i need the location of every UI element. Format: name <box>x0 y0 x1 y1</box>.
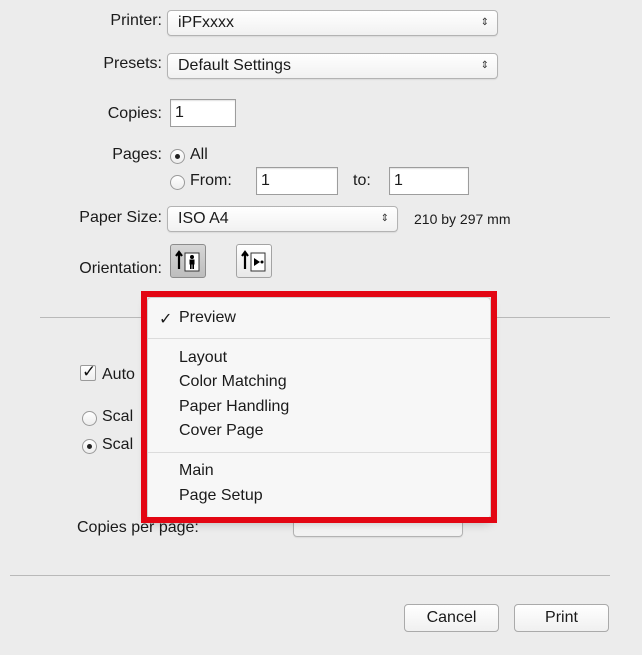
pages-all-label: All <box>190 146 208 163</box>
separator <box>10 575 610 576</box>
scale-label-1: Scal <box>102 408 134 425</box>
menu-item-main[interactable]: Main <box>179 462 214 480</box>
paper-size-label: Paper Size: <box>79 209 162 226</box>
pages-all-radio[interactable] <box>170 149 185 164</box>
copies-field[interactable]: 1 <box>170 99 236 127</box>
popup-arrows-icon: ⇕ <box>480 17 489 28</box>
popup-arrows-icon: ⇕ <box>380 213 389 224</box>
landscape-orientation-icon <box>241 250 266 272</box>
cancel-button[interactable]: Cancel <box>404 604 499 632</box>
menu-item-color-matching[interactable]: Color Matching <box>179 373 287 391</box>
printer-label: Printer: <box>110 12 162 29</box>
paper-dimensions: 210 by 297 mm <box>414 211 511 227</box>
menu-item-page-setup[interactable]: Page Setup <box>179 487 263 505</box>
landscape-orientation-button[interactable] <box>236 244 272 278</box>
presets-label: Presets: <box>103 55 162 72</box>
orientation-label: Orientation: <box>79 260 162 277</box>
printer-value: iPFxxxx <box>178 14 234 31</box>
menu-item-preview[interactable]: Preview <box>179 309 236 327</box>
printer-popup[interactable]: iPFxxxx ⇕ <box>167 10 498 36</box>
portrait-orientation-icon <box>175 250 200 272</box>
menu-separator <box>148 338 490 339</box>
pages-to-label: to: <box>353 172 371 189</box>
menu-item-cover-page[interactable]: Cover Page <box>179 422 264 440</box>
portrait-orientation-button[interactable] <box>170 244 206 278</box>
pages-from-field[interactable]: 1 <box>256 167 338 195</box>
pages-to-field[interactable]: 1 <box>389 167 469 195</box>
presets-popup[interactable]: Default Settings ⇕ <box>167 53 498 79</box>
auto-label: Auto <box>102 366 135 383</box>
menu-item-layout[interactable]: Layout <box>179 349 227 367</box>
auto-checkbox[interactable]: ✓ <box>80 362 97 381</box>
copies-per-page-label: Copies per page: <box>77 519 199 536</box>
paper-size-value: ISO A4 <box>178 210 229 227</box>
copies-label: Copies: <box>107 105 162 122</box>
scale-radio-1[interactable] <box>82 411 97 426</box>
checkmark-icon: ✓ <box>82 362 97 381</box>
checkmark-icon: ✓ <box>159 311 173 328</box>
pages-from-radio[interactable] <box>170 175 185 190</box>
pages-from-label: From: <box>190 172 232 189</box>
pane-menu: ✓ Preview Layout Color Matching Paper Ha… <box>147 297 491 519</box>
menu-item-paper-handling[interactable]: Paper Handling <box>179 398 289 416</box>
scale-radio-2[interactable] <box>82 439 97 454</box>
paper-size-popup[interactable]: ISO A4 ⇕ <box>167 206 398 232</box>
presets-value: Default Settings <box>178 57 291 74</box>
scale-label-2: Scal <box>102 436 134 453</box>
popup-arrows-icon: ⇕ <box>480 60 489 71</box>
menu-separator <box>148 452 490 453</box>
pages-label: Pages: <box>112 146 162 163</box>
print-button[interactable]: Print <box>514 604 609 632</box>
